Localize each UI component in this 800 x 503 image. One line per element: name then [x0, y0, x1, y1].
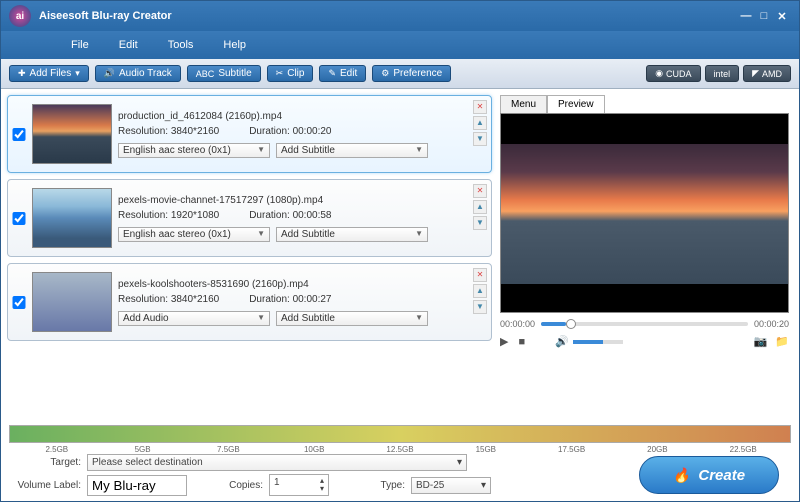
tab-preview[interactable]: Preview — [547, 95, 605, 113]
folder-button[interactable]: 📁 — [775, 335, 789, 348]
file-card[interactable]: pexels-movie-channet-17517297 (1080p).mp… — [7, 179, 492, 257]
time-end: 00:00:20 — [754, 319, 789, 329]
type-label: Type: — [335, 480, 405, 491]
timeline-slider[interactable] — [541, 322, 748, 326]
preference-button[interactable]: ⚙Preference — [372, 65, 451, 82]
subtitle-button[interactable]: ABCSubtitle — [187, 65, 261, 82]
plus-icon: ✚ — [18, 68, 26, 79]
file-name: production_id_4612084 (2160p).mp4 — [118, 111, 487, 122]
file-card[interactable]: pexels-koolshooters-8531690 (2160p).mp4 … — [7, 263, 492, 341]
chevron-down-icon: ▼ — [415, 313, 423, 324]
nvidia-icon: ◉ — [655, 68, 663, 79]
minimize-button[interactable]: — — [737, 10, 755, 22]
add-files-button[interactable]: ✚Add Files▾ — [9, 65, 89, 82]
menu-file[interactable]: File — [71, 39, 89, 51]
preview-image — [501, 144, 788, 284]
move-up-button[interactable]: ▲ — [473, 116, 487, 130]
toolbar: ✚Add Files▾ 🔊Audio Track ABCSubtitle ✂Cl… — [1, 59, 799, 89]
move-up-button[interactable]: ▲ — [473, 200, 487, 214]
scissors-icon: ✂ — [276, 68, 284, 79]
move-down-button[interactable]: ▼ — [473, 300, 487, 314]
move-down-button[interactable]: ▼ — [473, 132, 487, 146]
volume-slider[interactable] — [573, 340, 623, 344]
remove-file-button[interactable]: ✕ — [473, 184, 487, 198]
preview-pane — [500, 113, 789, 313]
speaker-icon: 🔊 — [104, 68, 115, 79]
create-button[interactable]: 🔥 Create — [639, 456, 779, 494]
menu-edit[interactable]: Edit — [119, 39, 138, 51]
flame-icon: 🔥 — [673, 467, 690, 484]
subtitle-select[interactable]: Add Subtitle▼ — [276, 311, 428, 326]
chevron-down-icon: ▾ — [481, 480, 486, 491]
abc-icon: ABC — [196, 69, 215, 79]
close-button[interactable]: ✕ — [773, 10, 791, 23]
file-card[interactable]: production_id_4612084 (2160p).mp4 Resolu… — [7, 95, 492, 173]
maximize-button[interactable]: □ — [755, 10, 773, 22]
volume-label-label: Volume Label: — [11, 480, 81, 491]
chevron-down-icon: ▼ — [415, 229, 423, 240]
pencil-icon: ✎ — [328, 68, 336, 79]
audio-select[interactable]: English aac stereo (0x1)▼ — [118, 143, 270, 158]
amd-icon: ◤ — [752, 68, 759, 79]
gear-icon: ⚙ — [381, 68, 389, 79]
menu-tools[interactable]: Tools — [168, 39, 194, 51]
amd-badge: ◤AMD — [743, 65, 791, 82]
file-thumbnail — [32, 188, 112, 248]
edit-button[interactable]: ✎Edit — [319, 65, 366, 82]
volume-label-input[interactable] — [87, 475, 187, 496]
file-list: production_id_4612084 (2160p).mp4 Resolu… — [1, 89, 498, 421]
subtitle-select[interactable]: Add Subtitle▼ — [276, 227, 428, 242]
intel-badge: intel — [705, 65, 740, 82]
remove-file-button[interactable]: ✕ — [473, 268, 487, 282]
menu-help[interactable]: Help — [223, 39, 246, 51]
play-button[interactable]: ▶ — [500, 335, 508, 348]
app-logo: ai — [9, 5, 31, 27]
snapshot-button[interactable]: 📷 — [754, 335, 768, 348]
audio-track-button[interactable]: 🔊Audio Track — [95, 65, 181, 82]
chevron-down-icon: ▼ — [257, 145, 265, 156]
audio-select[interactable]: English aac stereo (0x1)▼ — [118, 227, 270, 242]
volume-icon[interactable]: 🔊 — [555, 335, 569, 348]
remove-file-button[interactable]: ✕ — [473, 100, 487, 114]
window-title: Aiseesoft Blu-ray Creator — [39, 10, 172, 22]
time-start: 00:00:00 — [500, 319, 535, 329]
audio-select[interactable]: Add Audio▼ — [118, 311, 270, 326]
file-checkbox[interactable] — [12, 128, 26, 141]
chevron-down-icon: ▼ — [257, 313, 265, 324]
move-up-button[interactable]: ▲ — [473, 284, 487, 298]
file-name: pexels-koolshooters-8531690 (2160p).mp4 — [118, 279, 487, 290]
copies-spinner[interactable]: 1▴▾ — [269, 474, 329, 496]
file-checkbox[interactable] — [12, 212, 26, 225]
type-select[interactable]: BD-25▾ — [411, 477, 491, 494]
chevron-down-icon: ▼ — [257, 229, 265, 240]
copies-label: Copies: — [193, 480, 263, 491]
chevron-down-icon: ▾ — [457, 457, 462, 468]
size-meter: 2.5GB 5GB 7.5GB 10GB 12.5GB 15GB 17.5GB … — [9, 425, 791, 443]
move-down-button[interactable]: ▼ — [473, 216, 487, 230]
file-name: pexels-movie-channet-17517297 (1080p).mp… — [118, 195, 487, 206]
file-thumbnail — [32, 104, 112, 164]
subtitle-select[interactable]: Add Subtitle▼ — [276, 143, 428, 158]
stop-button[interactable]: ■ — [518, 336, 525, 348]
cuda-badge: ◉CUDA — [646, 65, 700, 82]
target-select[interactable]: Please select destination▾ — [87, 454, 467, 471]
chevron-down-icon: ▼ — [415, 145, 423, 156]
clip-button[interactable]: ✂Clip — [267, 65, 314, 82]
target-label: Target: — [11, 457, 81, 468]
tab-menu[interactable]: Menu — [500, 95, 547, 113]
file-checkbox[interactable] — [12, 296, 26, 309]
file-thumbnail — [32, 272, 112, 332]
menu-bar: File Edit Tools Help — [1, 31, 799, 59]
